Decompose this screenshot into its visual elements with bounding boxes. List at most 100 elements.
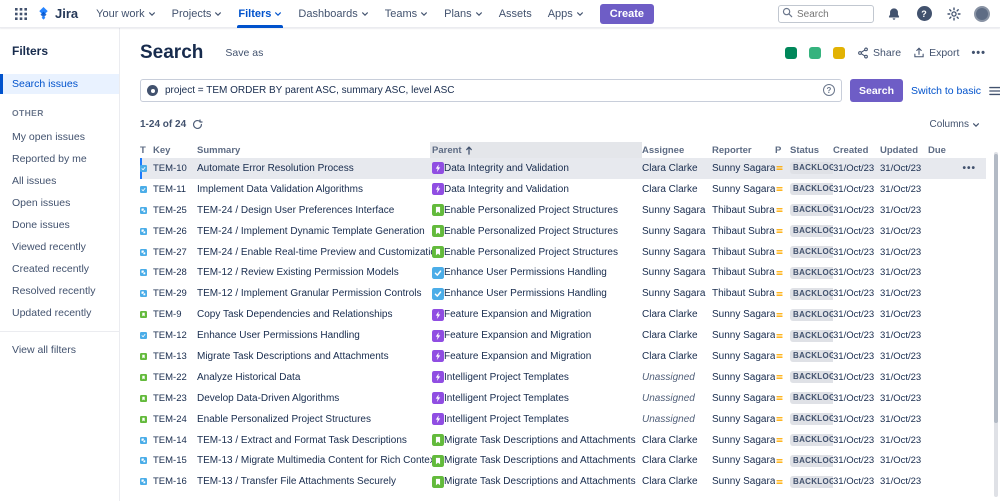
nav-item-apps[interactable]: Apps xyxy=(540,0,592,28)
issue-parent[interactable]: Migrate Task Descriptions and Attachment… xyxy=(432,455,642,467)
issue-parent[interactable]: Intelligent Project Templates xyxy=(432,371,642,383)
save-as-button[interactable]: Save as xyxy=(219,43,269,63)
issue-key[interactable]: TEM-22 xyxy=(153,372,197,383)
issue-parent[interactable]: Feature Expansion and Migration xyxy=(432,309,642,321)
columns-button[interactable]: Columns xyxy=(930,119,986,130)
user-avatar[interactable] xyxy=(974,6,990,22)
nav-item-your-work[interactable]: Your work xyxy=(88,0,164,28)
issue-summary[interactable]: TEM-24 / Design User Preferences Interfa… xyxy=(197,205,432,216)
help-icon[interactable]: ? xyxy=(914,4,934,24)
export-button[interactable]: Export xyxy=(913,47,959,59)
issue-parent[interactable]: Enable Personalized Project Structures xyxy=(432,225,642,237)
jira-logo[interactable]: Jira xyxy=(34,6,86,21)
more-actions-button[interactable]: ••• xyxy=(971,47,986,59)
table-row[interactable]: TEM-14TEM-13 / Extract and Format Task D… xyxy=(140,430,986,451)
issue-parent[interactable]: Migrate Task Descriptions and Attachment… xyxy=(432,476,642,488)
table-row[interactable]: TEM-10Automate Error Resolution ProcessD… xyxy=(140,158,986,179)
issue-summary[interactable]: Enhance User Permissions Handling xyxy=(197,330,432,341)
table-row[interactable]: TEM-28TEM-12 / Review Existing Permissio… xyxy=(140,262,986,283)
issue-key[interactable]: TEM-14 xyxy=(153,435,197,446)
issue-summary[interactable]: TEM-12 / Review Existing Permission Mode… xyxy=(197,267,432,278)
issue-key[interactable]: TEM-27 xyxy=(153,247,197,258)
column-header-parent[interactable]: Parent xyxy=(430,142,642,158)
issue-summary[interactable]: Automate Error Resolution Process xyxy=(197,163,432,174)
settings-gear-icon[interactable] xyxy=(944,4,964,24)
issue-parent[interactable]: Migrate Task Descriptions and Attachment… xyxy=(432,434,642,446)
table-row[interactable]: TEM-26TEM-24 / Implement Dynamic Templat… xyxy=(140,221,986,242)
column-header-due[interactable]: Due xyxy=(928,142,954,158)
create-button[interactable]: Create xyxy=(600,4,654,24)
issue-parent[interactable]: Data Integrity and Validation xyxy=(432,183,642,195)
issue-parent[interactable]: Data Integrity and Validation xyxy=(432,162,642,174)
word-export-app-icon[interactable] xyxy=(785,47,797,59)
issue-parent[interactable]: Feature Expansion and Migration xyxy=(432,350,642,362)
column-header-updated[interactable]: Updated xyxy=(880,142,928,158)
issue-key[interactable]: TEM-10 xyxy=(153,163,197,174)
table-row[interactable]: TEM-13Migrate Task Descriptions and Atta… xyxy=(140,346,986,367)
issue-summary[interactable]: TEM-13 / Transfer File Attachments Secur… xyxy=(197,476,432,487)
column-header-key[interactable]: Key xyxy=(153,142,197,158)
vertical-scrollbar[interactable] xyxy=(994,152,998,497)
sidebar-item-my-open-issues[interactable]: My open issues xyxy=(0,126,119,147)
table-row[interactable]: TEM-27TEM-24 / Enable Real-time Preview … xyxy=(140,242,986,263)
issue-summary[interactable]: TEM-13 / Extract and Format Task Descrip… xyxy=(197,435,432,446)
issue-parent[interactable]: Intelligent Project Templates xyxy=(432,413,642,425)
issue-key[interactable]: TEM-28 xyxy=(153,267,197,278)
nav-item-projects[interactable]: Projects xyxy=(164,0,231,28)
issue-summary[interactable]: TEM-24 / Implement Dynamic Template Gene… xyxy=(197,226,432,237)
column-header-reporter[interactable]: Reporter xyxy=(712,142,775,158)
issue-key[interactable]: TEM-26 xyxy=(153,226,197,237)
scrollbar-thumb[interactable] xyxy=(994,154,998,423)
issue-summary[interactable]: Enable Personalized Project Structures xyxy=(197,414,432,425)
issue-key[interactable]: TEM-16 xyxy=(153,476,197,487)
table-row[interactable]: TEM-23Develop Data-Driven AlgorithmsInte… xyxy=(140,388,986,409)
table-row[interactable]: TEM-25TEM-24 / Design User Preferences I… xyxy=(140,200,986,221)
excel-export-app-icon[interactable] xyxy=(809,47,821,59)
sidebar-item-viewed-recently[interactable]: Viewed recently xyxy=(0,236,119,257)
jql-query-input[interactable] xyxy=(140,79,842,102)
issue-parent[interactable]: Feature Expansion and Migration xyxy=(432,330,642,342)
issue-summary[interactable]: TEM-24 / Enable Real-time Preview and Cu… xyxy=(197,247,432,258)
sidebar-item-resolved-recently[interactable]: Resolved recently xyxy=(0,280,119,301)
issue-key[interactable]: TEM-29 xyxy=(153,288,197,299)
column-header-t[interactable]: T xyxy=(140,142,153,158)
sidebar-item-all-issues[interactable]: All issues xyxy=(0,170,119,191)
issue-parent[interactable]: Intelligent Project Templates xyxy=(432,392,642,404)
sidebar-item-view-all-filters[interactable]: View all filters xyxy=(0,340,119,360)
issue-parent[interactable]: Enhance User Permissions Handling xyxy=(432,267,642,279)
issue-key[interactable]: TEM-9 xyxy=(153,309,197,320)
table-row[interactable]: TEM-11Implement Data Validation Algorith… xyxy=(140,179,986,200)
issue-parent[interactable]: Enhance User Permissions Handling xyxy=(432,288,642,300)
switch-to-basic-link[interactable]: Switch to basic xyxy=(911,85,981,97)
jql-help-icon[interactable]: ? xyxy=(823,84,835,96)
issue-summary[interactable]: Migrate Task Descriptions and Attachment… xyxy=(197,351,432,362)
issue-summary[interactable]: TEM-13 / Migrate Multimedia Content for … xyxy=(197,455,432,466)
sidebar-item-updated-recently[interactable]: Updated recently xyxy=(0,302,119,323)
column-header-assignee[interactable]: Assignee xyxy=(642,142,712,158)
app-switcher-icon[interactable] xyxy=(10,3,32,25)
sidebar-item-open-issues[interactable]: Open issues xyxy=(0,192,119,213)
issue-parent[interactable]: Enable Personalized Project Structures xyxy=(432,204,642,216)
row-actions-button[interactable]: ••• xyxy=(954,163,986,174)
nav-item-assets[interactable]: Assets xyxy=(491,0,540,28)
issue-summary[interactable]: Analyze Historical Data xyxy=(197,372,432,383)
table-row[interactable]: TEM-9Copy Task Dependencies and Relation… xyxy=(140,304,986,325)
issue-key[interactable]: TEM-23 xyxy=(153,393,197,404)
column-header-created[interactable]: Created xyxy=(833,142,880,158)
sheets-export-app-icon[interactable] xyxy=(833,47,845,59)
search-submit-button[interactable]: Search xyxy=(850,79,903,102)
issue-summary[interactable]: Develop Data-Driven Algorithms xyxy=(197,393,432,404)
column-header-p[interactable]: P xyxy=(775,142,790,158)
issue-key[interactable]: TEM-15 xyxy=(153,455,197,466)
nav-item-teams[interactable]: Teams xyxy=(377,0,436,28)
jql-query-field[interactable]: ? xyxy=(140,79,842,102)
sidebar-item-reported-by-me[interactable]: Reported by me xyxy=(0,148,119,169)
column-header-status[interactable]: Status xyxy=(790,142,833,158)
issue-key[interactable]: TEM-13 xyxy=(153,351,197,362)
issue-key[interactable]: TEM-12 xyxy=(153,330,197,341)
table-row[interactable]: TEM-12Enhance User Permissions HandlingF… xyxy=(140,325,986,346)
nav-item-filters[interactable]: Filters xyxy=(230,0,290,28)
refresh-icon[interactable] xyxy=(192,119,203,130)
global-search[interactable] xyxy=(778,4,874,24)
nav-item-plans[interactable]: Plans xyxy=(436,0,491,28)
